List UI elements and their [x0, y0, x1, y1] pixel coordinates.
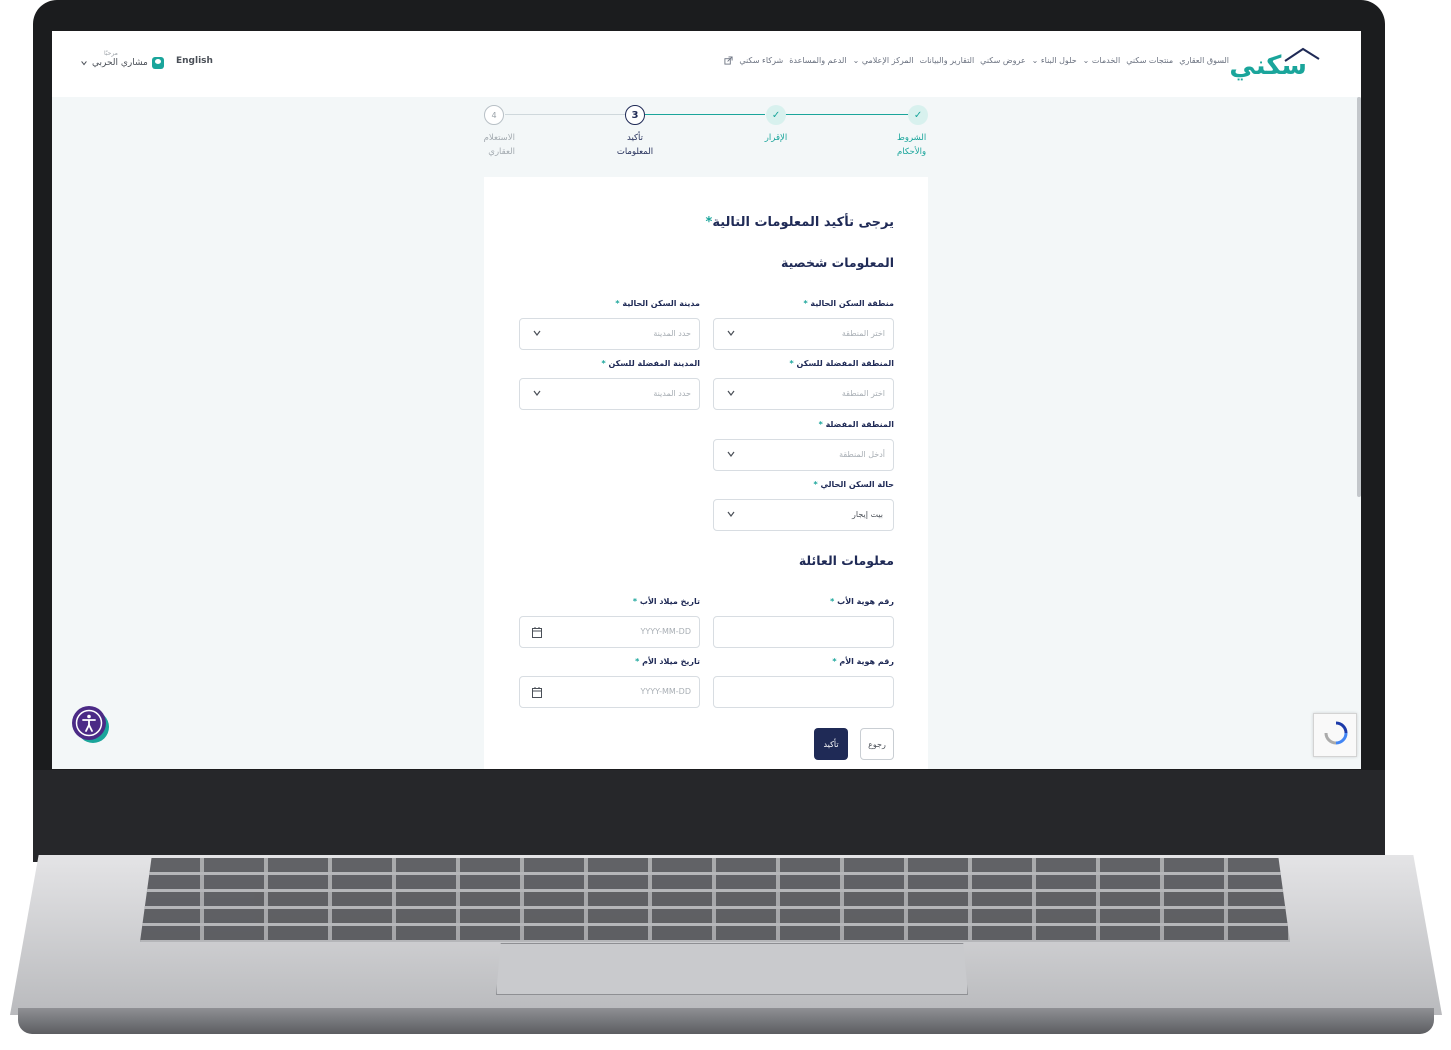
confirm-info-form: يرجى تأكيد المعلومات التالية* المعلومات …	[484, 177, 928, 769]
placeholder: حدد المدينة	[653, 389, 691, 398]
mother-id-input[interactable]	[713, 676, 894, 708]
placeholder: YYYY-MM-DD	[640, 627, 692, 636]
mother-dob-input[interactable]: YYYY-MM-DD	[519, 676, 700, 708]
laptop-bezel-bottom	[33, 770, 1385, 862]
nav-reports-data[interactable]: التقارير والبيانات	[920, 56, 975, 65]
main-nav: السوق العقاري منتجات سكني الخدمات ⌄ حلول…	[724, 56, 1229, 65]
confirm-button[interactable]: تأكيد	[814, 728, 848, 760]
chevron-down-icon	[727, 390, 735, 396]
accessibility-icon[interactable]	[70, 704, 110, 744]
chevron-down-icon	[81, 61, 87, 66]
external-link-icon[interactable]	[724, 56, 733, 65]
step-number: 4	[484, 105, 504, 125]
laptop-keyboard-rows	[140, 858, 1290, 942]
nav-sakani-partners[interactable]: شركاء سكني	[739, 56, 783, 65]
preferred-region-label: المنطقة المفضلة للسكن *	[789, 359, 894, 368]
father-dob-label: تاريخ ميلاد الأب *	[632, 597, 700, 606]
language-switch[interactable]: English	[176, 56, 213, 66]
laptop-trackpad	[496, 943, 968, 995]
step-real-estate-inquiry: 4 الاستعلام العقاري	[459, 105, 529, 159]
nav-media-center[interactable]: المركز الإعلامي ⌄	[853, 56, 914, 65]
check-icon: ✓	[908, 105, 928, 125]
recaptcha-icon	[1324, 721, 1348, 745]
chevron-down-icon	[727, 511, 735, 517]
step-label: تأكيد	[626, 133, 644, 143]
nav-services[interactable]: الخدمات ⌄	[1083, 56, 1121, 65]
page-scrollbar[interactable]	[1357, 97, 1361, 497]
current-region-label: منطقة السكن الحالية *	[803, 299, 894, 308]
father-dob-input[interactable]: YYYY-MM-DD	[519, 616, 700, 648]
chevron-down-icon	[727, 451, 735, 457]
preferred-city-select[interactable]: حدد المدينة	[519, 378, 700, 410]
mother-dob-label: تاريخ ميلاد الأم *	[635, 657, 700, 666]
step-number: 3	[625, 105, 645, 125]
laptop-screen: سكني السوق العقاري منتجات سكني الخدمات ⌄…	[52, 31, 1361, 769]
nav-sakani-products[interactable]: منتجات سكني	[1126, 56, 1173, 65]
nav-building-solutions[interactable]: حلول البناء ⌄	[1032, 56, 1077, 65]
father-id-label: رقم هوية الأب *	[830, 597, 894, 606]
sakani-logo[interactable]: سكني	[1229, 45, 1321, 83]
step-label: المعلومات	[616, 147, 654, 157]
placeholder: حدد المدينة	[653, 329, 691, 338]
step-label: الاستعلام	[483, 133, 515, 143]
step-label: العقاري	[488, 147, 515, 157]
current-city-label: مدينة السكن الحالية *	[615, 299, 700, 308]
housing-status-label: حالة السكن الحالي *	[813, 480, 894, 489]
step-label: الشروط	[897, 133, 927, 143]
family-info-title: معلومات العائلة	[798, 553, 894, 568]
user-name: مشاري الحربي	[92, 58, 148, 68]
housing-status-select[interactable]: بيت إيجار	[713, 499, 894, 531]
nav-sakani-offers[interactable]: عروض سكني	[980, 56, 1025, 65]
user-menu[interactable]: مشاري الحربي	[80, 51, 164, 69]
step-acknowledgement: ✓ الإقرار	[741, 105, 811, 145]
step-label: الإقرار	[764, 133, 788, 143]
top-navigation-bar: سكني السوق العقاري منتجات سكني الخدمات ⌄…	[52, 31, 1361, 97]
calendar-icon	[532, 687, 542, 698]
nav-support-help[interactable]: الدعم والمساعدة	[789, 56, 846, 65]
form-heading-text: يرجى تأكيد المعلومات التالية	[712, 215, 894, 230]
step-label: والأحكام	[897, 147, 927, 157]
placeholder: أدخل المنطقة	[839, 450, 885, 459]
placeholder: اختر المنطقة	[841, 329, 885, 338]
placeholder: اختر المنطقة	[841, 389, 885, 398]
recaptcha-badge[interactable]	[1313, 713, 1357, 757]
chevron-down-icon	[727, 330, 735, 336]
step-confirm-info: 3 تأكيد المعلومات	[600, 105, 670, 159]
user-avatar-icon	[151, 57, 164, 69]
father-id-input[interactable]	[713, 616, 894, 648]
preferred-city-label: المدينة المفضلة للسكن *	[601, 359, 700, 368]
nav-real-estate-market[interactable]: السوق العقاري	[1179, 56, 1229, 65]
placeholder: YYYY-MM-DD	[640, 687, 692, 696]
laptop-base-edge	[18, 1008, 1434, 1034]
mother-id-label: رقم هوية الأم *	[832, 657, 894, 666]
selected-value: بيت إيجار	[852, 510, 883, 519]
preferred-region-select[interactable]: اختر المنطقة	[713, 378, 894, 410]
chevron-down-icon	[533, 330, 541, 336]
chevron-down-icon	[533, 390, 541, 396]
current-region-select[interactable]: اختر المنطقة	[713, 318, 894, 350]
logo-text: سكني	[1229, 51, 1307, 81]
check-icon: ✓	[766, 105, 786, 125]
back-button[interactable]: رجوع	[860, 728, 894, 760]
current-city-select[interactable]: حدد المدينة	[519, 318, 700, 350]
calendar-icon	[532, 627, 542, 638]
personal-info-title: المعلومات شخصية	[780, 255, 894, 270]
step-terms: ✓ الشروط والأحكام	[883, 105, 953, 159]
preferred-area-label: المنطقة المفضلة *	[818, 420, 894, 429]
form-heading: يرجى تأكيد المعلومات التالية*	[705, 215, 894, 230]
preferred-area-select[interactable]: أدخل المنطقة	[713, 439, 894, 471]
